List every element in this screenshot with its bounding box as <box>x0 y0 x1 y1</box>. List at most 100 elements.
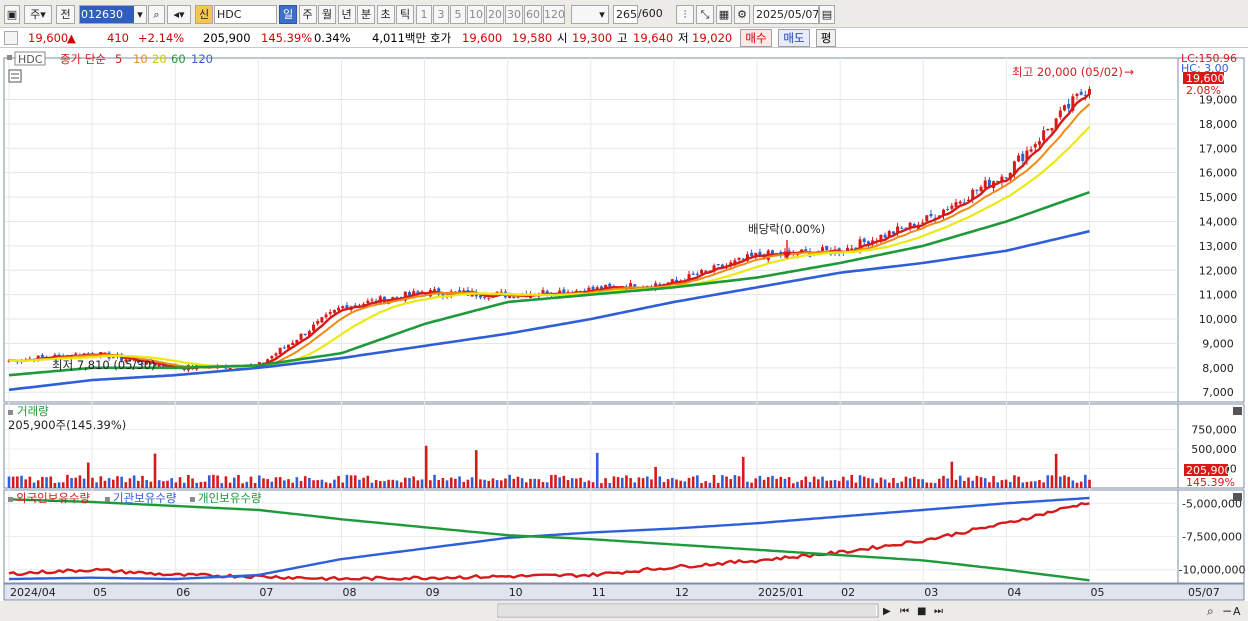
scrollbar-thumb[interactable] <box>498 605 876 616</box>
calendar-icon[interactable]: ▤ <box>819 5 835 24</box>
holdings-tick-label: -7,500,000 <box>1182 531 1242 544</box>
zoom-out-icon: − <box>1222 604 1232 618</box>
volume-bar <box>1000 480 1004 488</box>
volume-bar <box>1029 481 1033 488</box>
volume-bar <box>182 482 186 488</box>
prev-button[interactable]: 전 <box>56 5 75 24</box>
price-tick-label: 13,000 <box>1199 240 1238 253</box>
candle-icon[interactable]: ⫶ <box>676 5 694 24</box>
volume-bar <box>654 466 657 488</box>
price-tick-label: 14,000 <box>1199 215 1238 228</box>
holdings-legend-0: 외국인보유수량 <box>16 491 90 505</box>
volume-bar <box>333 479 336 488</box>
period-6[interactable]: 틱 <box>396 5 414 24</box>
candle-body <box>291 342 295 346</box>
volume-bar <box>1025 481 1029 488</box>
interval-120[interactable]: 120 <box>543 5 565 24</box>
interval-5[interactable]: 5 <box>450 5 466 24</box>
candle-body <box>332 309 336 313</box>
volume-bar <box>633 482 637 488</box>
avg-button[interactable]: 평 <box>816 29 836 47</box>
quote-toggle-icon[interactable] <box>4 31 18 45</box>
interval-select[interactable]: ▾ <box>571 5 609 24</box>
candle-body <box>1037 141 1041 145</box>
interval-60[interactable]: 60 <box>524 5 542 24</box>
volume-bar <box>174 482 178 488</box>
volume-bar <box>691 476 695 488</box>
save-icon[interactable]: ▦ <box>716 5 732 24</box>
price-tick-label: 8,000 <box>1202 362 1234 375</box>
volume-legend-bullet: ▪ <box>7 407 14 418</box>
volume-bar <box>203 481 207 488</box>
interval-30[interactable]: 30 <box>505 5 523 24</box>
candle-body <box>328 312 332 314</box>
volume-bar <box>404 477 407 488</box>
volume-bar <box>454 478 457 488</box>
candle-body <box>716 264 720 266</box>
candle-body <box>704 270 708 272</box>
volume-bar <box>825 480 828 488</box>
count-input[interactable]: 265 <box>613 5 638 24</box>
period-type-value: 주 <box>30 8 41 21</box>
candle-body <box>979 186 983 192</box>
period-0[interactable]: 일 <box>279 5 297 24</box>
volume-bar <box>107 478 111 488</box>
interval-20[interactable]: 20 <box>486 5 504 24</box>
stock-chart[interactable]: 19,00018,00017,00016,00015,00014,00013,0… <box>0 48 1248 621</box>
date-input[interactable]: 2025/05/07 <box>753 5 819 24</box>
chart-window-icon[interactable]: ▣ <box>4 5 20 24</box>
period-3[interactable]: 년 <box>337 5 356 24</box>
volume-bar <box>904 476 908 488</box>
interval-3[interactable]: 3 <box>433 5 449 24</box>
volume-bar <box>662 482 666 488</box>
volume-bar <box>341 482 345 488</box>
candle-body <box>954 202 958 208</box>
volume-current-pct: 145.39% <box>1186 476 1235 489</box>
volume-bar <box>1054 453 1058 488</box>
sell-button[interactable]: 매도 <box>778 29 810 47</box>
candle-body <box>270 355 274 359</box>
volume-bar <box>308 477 311 488</box>
legend-name: HDC <box>18 53 43 66</box>
volume-bar <box>212 474 215 488</box>
holdings-tick-label: -5,000,000 <box>1182 497 1242 510</box>
search-icon[interactable]: ⌕ <box>148 5 165 24</box>
volume-bar <box>595 452 599 488</box>
volume-bar <box>804 476 808 488</box>
interval-1[interactable]: 1 <box>416 5 432 24</box>
calculator-icon[interactable] <box>8 69 22 83</box>
volume-bar <box>249 476 253 488</box>
stock-name-field[interactable]: HDC <box>214 5 277 24</box>
candle-body <box>804 249 808 251</box>
candle-body <box>366 300 370 303</box>
sound-icon[interactable]: ◂▾ <box>167 5 191 24</box>
period-2[interactable]: 월 <box>318 5 336 24</box>
candle-body <box>1029 149 1033 152</box>
candle-body <box>316 321 320 324</box>
stock-code-input[interactable]: 012630 ▾ <box>79 5 147 24</box>
volume-bar <box>641 478 645 488</box>
period-4[interactable]: 분 <box>357 5 375 24</box>
period-1[interactable]: 주 <box>298 5 317 24</box>
buy-button[interactable]: 매수 <box>740 29 772 47</box>
volume-bar <box>462 481 466 488</box>
period-5[interactable]: 초 <box>376 5 395 24</box>
volume-bar <box>374 480 378 488</box>
volume-bar <box>487 480 491 488</box>
volume-bar <box>579 477 582 488</box>
code-dropdown-icon[interactable]: ▾ <box>134 6 146 23</box>
volume-tick-label: 500,000 <box>1191 443 1237 456</box>
volume-panel-close-icon[interactable] <box>1233 407 1242 415</box>
volume-bar <box>36 480 40 488</box>
candle-body <box>324 314 328 318</box>
period-type-select[interactable]: 주▾ <box>24 5 52 24</box>
interval-10[interactable]: 10 <box>467 5 485 24</box>
candle-body <box>975 189 979 191</box>
volume-bar <box>650 479 653 488</box>
chart-tools-icon[interactable]: ⤡ <box>696 5 714 24</box>
holdings-panel-close-icon[interactable] <box>1233 493 1242 501</box>
price-tick-label: 10,000 <box>1199 313 1238 326</box>
volume-bar <box>533 478 536 488</box>
gear-icon[interactable]: ⚙ <box>734 5 750 24</box>
volume-bar <box>942 475 945 488</box>
